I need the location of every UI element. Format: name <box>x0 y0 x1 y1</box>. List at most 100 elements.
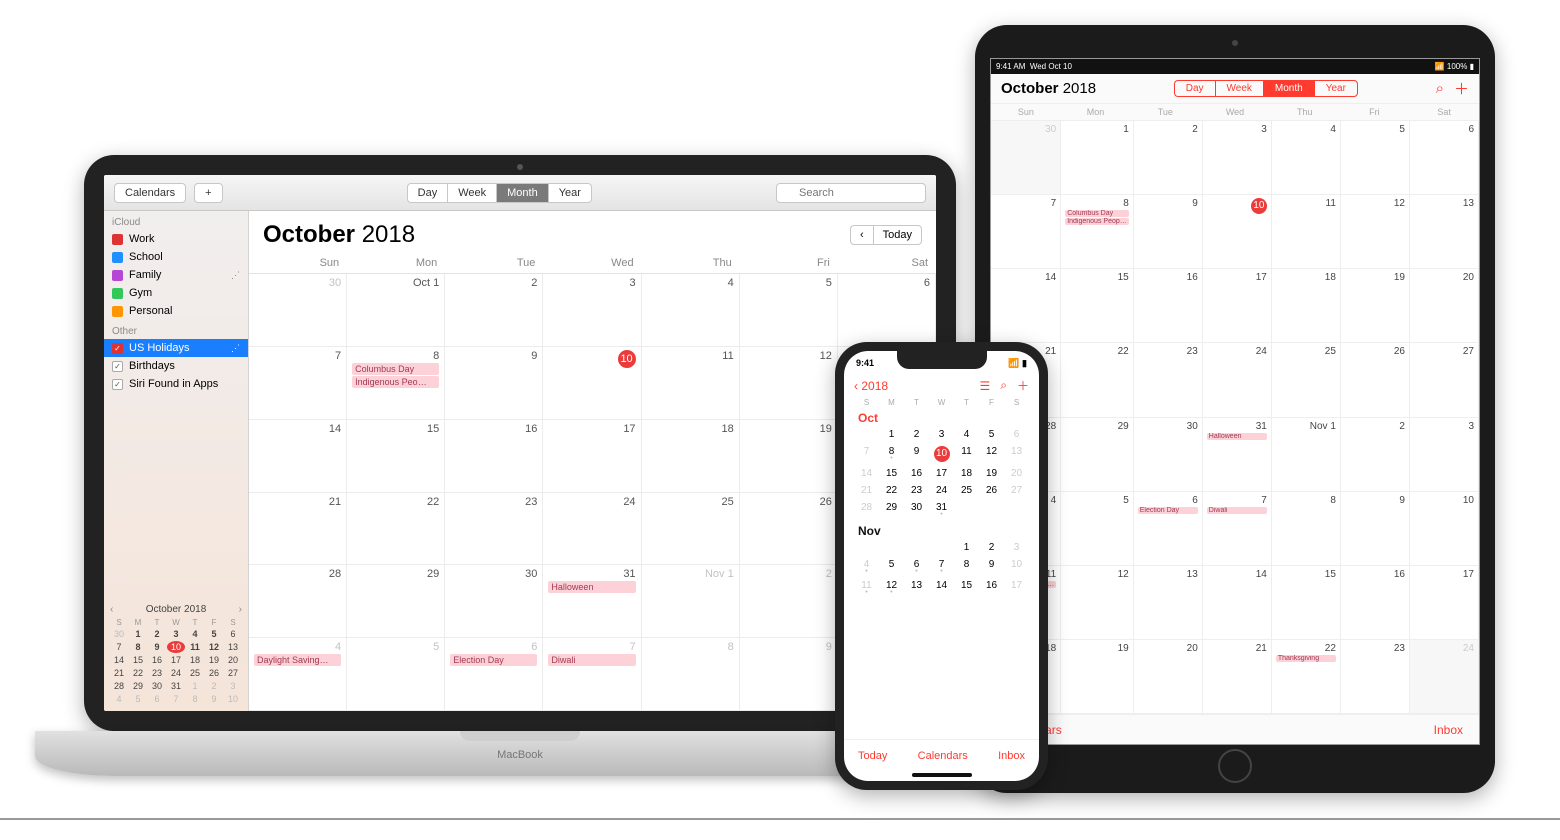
day-cell[interactable]: 14 <box>854 465 879 482</box>
day-cell[interactable]: 1 <box>879 426 904 443</box>
day-cell[interactable]: 29 <box>1061 418 1134 492</box>
day-cell[interactable]: 12 <box>979 443 1004 465</box>
day-cell[interactable]: Oct 1 <box>347 274 445 347</box>
event[interactable]: Diwali <box>548 654 635 666</box>
mini-day[interactable]: 13 <box>224 641 242 653</box>
sidebar-item-us-holidays[interactable]: ✓US Holidays⋰ <box>104 339 248 357</box>
mini-day[interactable]: 7 <box>167 693 185 705</box>
day-cell[interactable]: 16 <box>445 420 543 493</box>
day-cell[interactable]: Nov 1 <box>642 565 740 638</box>
day-cell[interactable]: 5 <box>979 426 1004 443</box>
mini-day[interactable]: 29 <box>129 680 147 692</box>
day-cell[interactable]: 25 <box>954 482 979 499</box>
day-cell[interactable] <box>854 539 879 556</box>
sidebar-item-gym[interactable]: Gym <box>104 284 248 302</box>
mini-day[interactable]: 8 <box>129 641 147 653</box>
day-cell[interactable]: 6 <box>904 556 929 577</box>
event[interactable]: Indigenous Peop… <box>1065 218 1129 225</box>
day-cell[interactable]: 6 <box>1410 121 1479 195</box>
mini-day[interactable]: 11 <box>186 641 204 653</box>
view-day[interactable]: Day <box>407 183 448 203</box>
search-icon[interactable]: ⌕ <box>1436 80 1444 97</box>
day-cell[interactable]: 2 <box>979 539 1004 556</box>
inbox-button[interactable]: Inbox <box>1434 723 1463 737</box>
day-cell[interactable]: 11 <box>1272 195 1341 269</box>
day-cell[interactable]: 25 <box>1272 343 1341 417</box>
search-field[interactable] <box>776 183 926 203</box>
day-cell[interactable]: 7Diwali <box>1203 492 1272 566</box>
mini-day[interactable]: 6 <box>148 693 166 705</box>
day-cell[interactable]: 20 <box>1134 640 1203 714</box>
mini-day[interactable]: 17 <box>167 654 185 666</box>
day-cell[interactable]: 3 <box>1004 539 1029 556</box>
event[interactable]: Indigenous Peo… <box>352 376 439 388</box>
day-cell[interactable]: 11 <box>954 443 979 465</box>
day-cell[interactable]: 15 <box>1061 269 1134 343</box>
day-cell[interactable]: 7 <box>929 556 954 577</box>
day-cell[interactable]: 10 <box>1203 195 1272 269</box>
mini-day[interactable]: 9 <box>148 641 166 653</box>
day-cell[interactable]: 20 <box>1004 465 1029 482</box>
calendars-button[interactable]: Calendars <box>918 750 968 762</box>
day-cell[interactable]: 22Thanksgiving <box>1272 640 1341 714</box>
day-cell[interactable]: 23 <box>445 493 543 566</box>
event[interactable]: Election Day <box>450 654 537 666</box>
day-cell[interactable]: 10 <box>1004 556 1029 577</box>
mini-day[interactable]: 4 <box>110 693 128 705</box>
day-cell[interactable]: 8Columbus DayIndigenous Peop… <box>1061 195 1134 269</box>
event[interactable]: Halloween <box>1207 433 1267 440</box>
add-icon[interactable]: ＋ <box>1454 78 1469 99</box>
day-cell[interactable]: 3 <box>929 426 954 443</box>
day-cell[interactable]: 13 <box>1410 195 1479 269</box>
day-cell[interactable]: 15 <box>347 420 445 493</box>
home-indicator[interactable] <box>912 773 972 777</box>
day-cell[interactable]: 7 <box>991 195 1061 269</box>
day-cell[interactable]: 8 <box>879 443 904 465</box>
day-cell[interactable]: 3 <box>1410 418 1479 492</box>
iphone-body[interactable]: SMTWTFS Oct 1234567891011121314151617181… <box>844 396 1039 739</box>
calendars-button[interactable]: Calendars <box>114 183 186 203</box>
day-cell[interactable]: 10 <box>929 443 954 465</box>
mini-day[interactable]: 23 <box>148 667 166 679</box>
mini-day[interactable]: 16 <box>148 654 166 666</box>
day-cell[interactable]: 8Columbus DayIndigenous Peo… <box>347 347 445 420</box>
search-icon[interactable]: ⌕ <box>1000 378 1007 393</box>
day-cell[interactable]: 17 <box>1004 577 1029 598</box>
day-cell[interactable]: 16 <box>1134 269 1203 343</box>
event[interactable]: Columbus Day <box>352 363 439 375</box>
day-cell[interactable]: 31Halloween <box>1203 418 1272 492</box>
day-cell[interactable]: 12 <box>1341 195 1410 269</box>
day-cell[interactable]: 29 <box>879 499 904 520</box>
day-cell[interactable]: 7 <box>854 443 879 465</box>
day-cell[interactable]: 14 <box>929 577 954 598</box>
sidebar-item-personal[interactable]: Personal <box>104 302 248 320</box>
today-nav[interactable]: ‹ Today <box>850 225 922 245</box>
view-year[interactable]: Year <box>548 183 592 203</box>
day-cell[interactable]: 21 <box>249 493 347 566</box>
mini-day[interactable]: 30 <box>148 680 166 692</box>
mini-day[interactable]: 10 <box>167 641 185 653</box>
mini-day[interactable]: 1 <box>129 628 147 640</box>
day-cell[interactable]: 4 <box>642 274 740 347</box>
mini-day[interactable]: 5 <box>129 693 147 705</box>
day-cell[interactable]: 30 <box>445 565 543 638</box>
mini-day[interactable]: 15 <box>129 654 147 666</box>
view-day[interactable]: Day <box>1174 80 1215 97</box>
day-cell[interactable]: 2 <box>445 274 543 347</box>
day-cell[interactable]: 9 <box>1341 492 1410 566</box>
today-button[interactable]: Today <box>858 750 887 762</box>
event[interactable]: Columbus Day <box>1065 210 1129 217</box>
day-cell[interactable]: 16 <box>904 465 929 482</box>
day-cell[interactable]: 27 <box>1410 343 1479 417</box>
event[interactable]: Election Day <box>1138 507 1198 514</box>
day-cell[interactable]: 23 <box>1134 343 1203 417</box>
home-button[interactable] <box>1218 749 1252 783</box>
day-cell[interactable]: 10 <box>543 347 641 420</box>
view-month[interactable]: Month <box>496 183 548 203</box>
mini-day[interactable]: 1 <box>186 680 204 692</box>
day-cell[interactable]: 19 <box>979 465 1004 482</box>
day-cell[interactable]: 12 <box>740 347 838 420</box>
mini-day[interactable]: 27 <box>224 667 242 679</box>
day-cell[interactable] <box>954 499 979 520</box>
day-cell[interactable]: 16 <box>979 577 1004 598</box>
